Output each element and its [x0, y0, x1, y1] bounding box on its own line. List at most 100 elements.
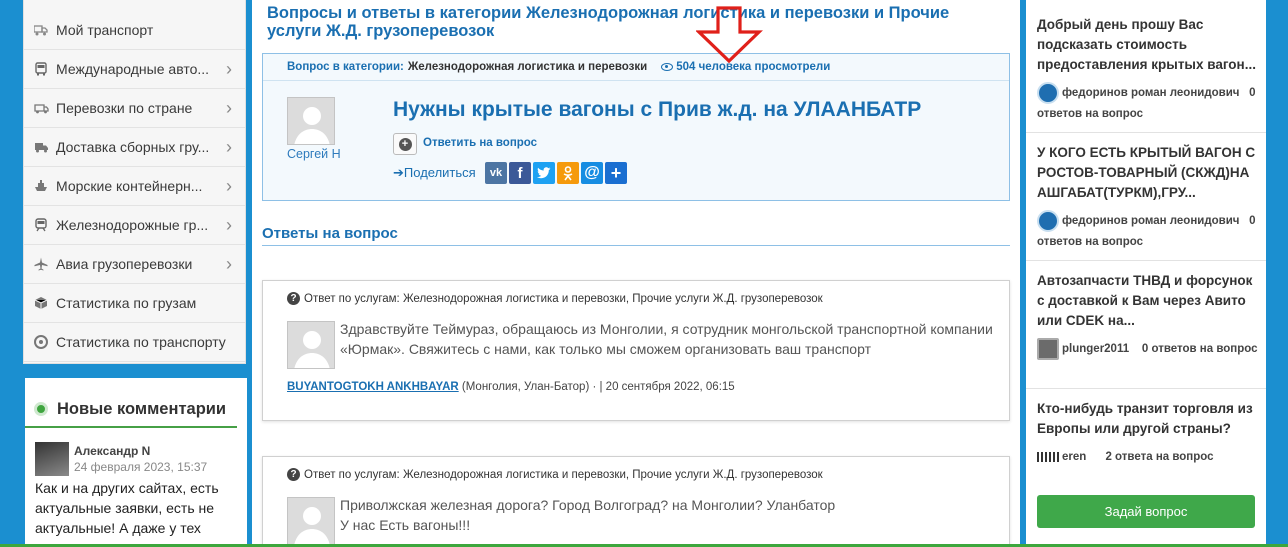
question-author[interactable]: федоринов роман леонидович [1062, 215, 1239, 227]
avatar[interactable] [1037, 82, 1059, 104]
nav-item-label: Железнодорожные гр... [56, 217, 209, 233]
train-icon [33, 217, 49, 233]
question-author[interactable]: eren [1062, 451, 1086, 463]
arrow-right-icon: ➔ [393, 165, 404, 180]
answer-card: ? Ответ по услугам: Железнодорожная логи… [262, 456, 1010, 547]
answers-count: 2 ответа на вопрос [1105, 451, 1214, 463]
comment-author[interactable]: Александр N [74, 444, 150, 458]
nav-item-air[interactable]: Авиа грузоперевозки › [24, 245, 245, 284]
facebook-icon[interactable]: f [509, 162, 531, 184]
nav-item-my-transport[interactable]: Мой транспорт [24, 11, 245, 50]
nav-item-domestic[interactable]: Перевозки по стране › [24, 89, 245, 128]
mail-at-icon[interactable]: @ [581, 162, 603, 184]
chevron-right-icon: › [226, 253, 232, 274]
truck-icon [33, 22, 49, 38]
chevron-right-icon: › [226, 58, 232, 79]
plus-icon: + [398, 137, 412, 151]
answer-text: Здравствуйте Теймураз, обращаюсь из Монг… [340, 321, 993, 357]
sidebar-question-item: Автозапчасти ТНВД и форсунок с доставкой… [1026, 261, 1266, 389]
question-card: Вопрос в категории: Железнодорожная логи… [262, 53, 1010, 201]
delivery-truck-icon [33, 139, 49, 155]
answer-text: Приволжская железная дорога? Город Волго… [340, 497, 836, 533]
nav-item-label: Статистика по грузам [56, 295, 197, 311]
nav-item-label: Морские контейнерн... [56, 178, 203, 194]
nav-item-groupage[interactable]: Доставка сборных гру... › [24, 128, 245, 167]
sidebar-question-title[interactable]: У КОГО ЕСТЬ КРЫТЫЙ ВАГОН С РОСТОВ-ТОВАРН… [1037, 143, 1259, 203]
avatar[interactable] [287, 97, 335, 145]
page-title: Вопросы и ответы в категории Железнодоро… [267, 4, 950, 40]
nav-item-label: Авиа грузоперевозки [56, 256, 193, 272]
odnoklassniki-icon[interactable] [557, 162, 579, 184]
ask-question-button[interactable]: Задай вопрос [1037, 495, 1255, 528]
sidebar-question-title[interactable]: Кто-нибудь транзит торговля из Европы ил… [1037, 399, 1259, 439]
answer-card: ? Ответ по услугам: Железнодорожная логи… [262, 280, 1010, 421]
left-sidebar: Мой транспорт Международные авто... › Пе… [20, 0, 248, 544]
avatar[interactable] [1037, 210, 1059, 232]
avatar[interactable] [287, 497, 335, 545]
question-title[interactable]: Нужны крытые вагоны с Прив ж.д. на УЛААН… [393, 98, 921, 122]
van-icon [33, 100, 49, 116]
sidebar-question-item: Кто-нибудь транзит торговля из Европы ил… [1026, 389, 1266, 481]
answer-author-link[interactable]: BUYANTOGTOKH ANKHBAYAR [287, 381, 459, 393]
add-answer-button[interactable]: + [393, 133, 417, 155]
sidebar-question-item: У КОГО ЕСТЬ КРЫТЫЙ ВАГОН С РОСТОВ-ТОВАРН… [1026, 133, 1266, 261]
sidebar-question-title[interactable]: Добрый день прошу Вас подсказать стоимос… [1037, 15, 1259, 75]
sidebar-question-title[interactable]: Автозапчасти ТНВД и форсунок с доставкой… [1037, 271, 1259, 331]
main-content: Вопросы и ответы в категории Железнодоро… [252, 0, 1020, 547]
nav-item-label: Доставка сборных гру... [56, 139, 210, 155]
answer-question-link[interactable]: Ответить на вопрос [423, 137, 537, 149]
answer-header: ? Ответ по услугам: Железнодорожная логи… [287, 468, 823, 481]
eye-icon [661, 63, 674, 71]
question-author[interactable]: Сергей Н [287, 147, 357, 161]
chevron-right-icon: › [226, 214, 232, 235]
airplane-icon [33, 256, 49, 272]
avatar[interactable] [287, 321, 335, 369]
sidebar-question-meta: федоринов роман леонидович 0 ответов на … [1037, 82, 1259, 125]
question-author[interactable]: plunger2011 [1062, 343, 1129, 355]
chevron-right-icon: › [226, 97, 232, 118]
avatar[interactable] [1037, 451, 1059, 462]
down-arrow-annotation-icon [696, 6, 763, 64]
nav-item-cargo-stats[interactable]: Статистика по грузам [24, 284, 245, 323]
new-comments-widget: Новые комментарии Александр N 24 февраля… [25, 378, 247, 544]
nav-item-international-auto[interactable]: Международные авто... › [24, 50, 245, 89]
sidebar-question-item: Добрый день прошу Вас подсказать стоимос… [1026, 0, 1266, 133]
nav-item-label: Перевозки по стране [56, 100, 193, 116]
bus-icon [33, 61, 49, 77]
avatar[interactable] [35, 442, 69, 476]
category-nav: Мой транспорт Международные авто... › Пе… [23, 0, 246, 364]
plus-share-icon[interactable]: + [605, 162, 627, 184]
right-sidebar: Добрый день прошу Вас подсказать стоимос… [1026, 0, 1266, 544]
ship-icon [33, 178, 49, 194]
sidebar-question-meta: plunger2011 0 ответов на вопрос [1037, 338, 1259, 360]
sidebar-question-meta: федоринов роман леонидович 0 ответов на … [1037, 210, 1259, 253]
nav-item-label: Мой транспорт [56, 22, 154, 38]
share-buttons: vk f @ + [485, 162, 629, 184]
answers-heading: Ответы на вопрос [262, 225, 1010, 246]
comments-title: Новые комментарии [25, 392, 237, 428]
avatar[interactable] [1037, 338, 1059, 360]
twitter-icon[interactable] [533, 162, 555, 184]
chevron-right-icon: › [226, 136, 232, 157]
nav-item-railway[interactable]: Железнодорожные гр... › [24, 206, 245, 245]
answer-header: ? Ответ по услугам: Железнодорожная логи… [287, 292, 823, 305]
sidebar-question-meta: eren 2 ответа на вопрос [1037, 447, 1259, 468]
nav-item-sea-containers[interactable]: Морские контейнерн... › [24, 167, 245, 206]
vk-icon[interactable]: vk [485, 162, 507, 184]
question-mark-icon: ? [287, 292, 300, 305]
question-meta: Вопрос в категории: Железнодорожная логи… [263, 54, 1009, 81]
nav-item-label: Статистика по транспорту [56, 334, 226, 350]
answers-count: 0 ответов на вопрос [1141, 343, 1258, 356]
category-link[interactable]: Железнодорожная логистика и перевозки [408, 61, 647, 73]
bullet-icon [34, 402, 48, 416]
cube-icon [33, 295, 49, 311]
share-link[interactable]: ➔Поделиться [393, 165, 476, 181]
question-author[interactable]: федоринов роман леонидович [1062, 87, 1239, 99]
category-label: Вопрос в категории: [287, 61, 404, 73]
answer-footer: BUYANTOGTOKH ANKHBAYAR (Монголия, Улан-Б… [287, 381, 735, 393]
comment-text[interactable]: Как и на других сайтах, есть актуальные … [35, 478, 235, 538]
nav-item-transport-stats[interactable]: Статистика по транспорту [24, 323, 245, 362]
chevron-right-icon: › [226, 175, 232, 196]
nav-item-label: Международные авто... [56, 61, 210, 77]
question-mark-icon: ? [287, 468, 300, 481]
